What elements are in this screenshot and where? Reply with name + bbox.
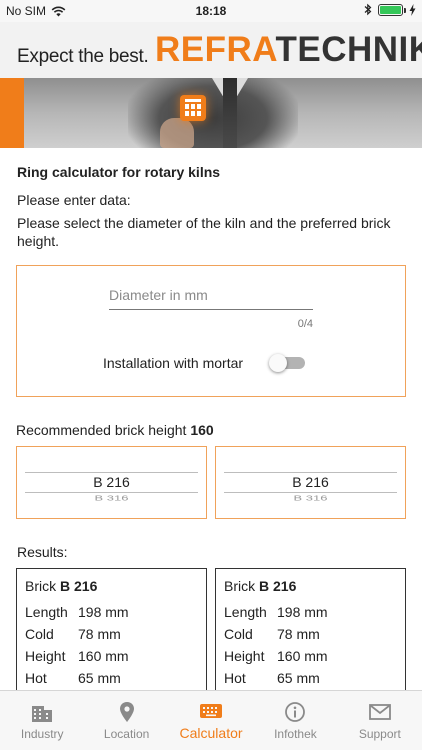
keyboard-icon [200,704,223,718]
recommended-height: Recommended brick height 160 [16,422,214,438]
location-pin-icon [119,702,134,722]
brick-value: B 216 [60,578,98,594]
tab-label: Location [103,727,150,741]
enter-data-label: Please enter data: [17,192,131,208]
info-icon [285,702,306,722]
tab-label: Industry [20,727,64,741]
tab-infothek[interactable]: Infothek [253,691,337,750]
brick-value: B 216 [259,578,297,594]
building-icon [32,706,53,722]
bluetooth-icon [364,3,372,16]
result-row-cold: Cold 78 mm [224,626,320,642]
tab-label: Support [358,727,401,741]
result-card-left: Brick B 216 Length 198 mm Cold 78 mm Heigh… [16,568,207,698]
result-row-cold: Cold 78 mm [25,626,121,642]
hero-accent-bar [0,78,24,148]
page-title: Ring calculator for rotary kilns [17,164,221,180]
status-time: 18:18 [195,4,227,18]
result-row-length: Length 198 mm [224,604,328,620]
logo-part-refra: REFRA [155,30,276,69]
tab-calculator[interactable]: Calculator [169,691,253,750]
toggle-knob [269,354,287,372]
brick-label: Brick [25,578,57,594]
brick-label: Brick [224,578,256,594]
result-row-height: Height 160 mm [224,648,328,664]
status-bar: No SIM 18:18 [0,0,422,22]
result-row-length: Length 198 mm [25,604,129,620]
tab-location[interactable]: Location [84,691,168,750]
battery-icon [378,3,406,16]
result-brick: Brick B 216 [25,578,97,594]
picker-divider [224,472,397,473]
character-counter: 0/4 [297,318,313,330]
instruction-text: Please select the diameter of the kiln a… [17,215,391,249]
tab-label: Infothek [274,727,317,741]
calculator-keys [185,104,201,116]
result-brick: Brick B 216 [224,578,296,594]
picker-selected: B 216 [292,474,329,490]
recommended-height-label: Recommended brick height [16,422,187,438]
hero-image [0,78,422,148]
hero-hand [160,118,194,148]
picker-divider [25,492,198,493]
calculator-screen [185,99,201,102]
picker-divider [25,472,198,473]
hero-businessman [128,78,298,148]
picker-selected: B 216 [93,474,130,490]
brand-logo: REFRATECHNIK [155,30,422,70]
results-label: Results: [17,544,68,560]
brick-picker-left[interactable]: B 216 B 316 [16,446,207,519]
tab-label: Calculator [179,725,243,741]
brick-picker-right[interactable]: B 216 B 316 [215,446,406,519]
brand-tagline: Expect the best. [17,46,149,67]
result-card-right: Brick B 216 Length 198 mm Cold 78 mm Heigh… [215,568,406,698]
input-card: 0/4 Installation with mortar [16,265,406,397]
picker-divider [224,492,397,493]
tab-bar: Industry Location Calculator Infothek Su… [0,690,422,750]
recommended-height-value: 160 [190,422,214,438]
hero-tie [223,78,237,148]
mortar-label: Installation with mortar [103,355,244,371]
result-row-hot: Hot 65 mm [224,670,320,686]
tab-industry[interactable]: Industry [0,691,84,750]
mail-icon [368,704,391,720]
calculator-icon [180,95,206,121]
battery-tip [404,7,406,13]
battery-level [380,5,401,14]
mortar-toggle[interactable] [269,354,305,372]
brand-header: Expect the best. REFRATECHNIK [0,22,422,78]
picker-next-option: B 316 [94,494,129,503]
charging-bolt-icon [409,3,416,16]
tab-support[interactable]: Support [338,691,422,750]
logo-part-technik: TECHNIK [275,30,422,69]
result-row-height: Height 160 mm [25,648,129,664]
result-row-hot: Hot 65 mm [25,670,121,686]
diameter-input[interactable] [109,280,313,310]
status-right [364,3,416,16]
picker-next-option: B 316 [293,494,328,503]
